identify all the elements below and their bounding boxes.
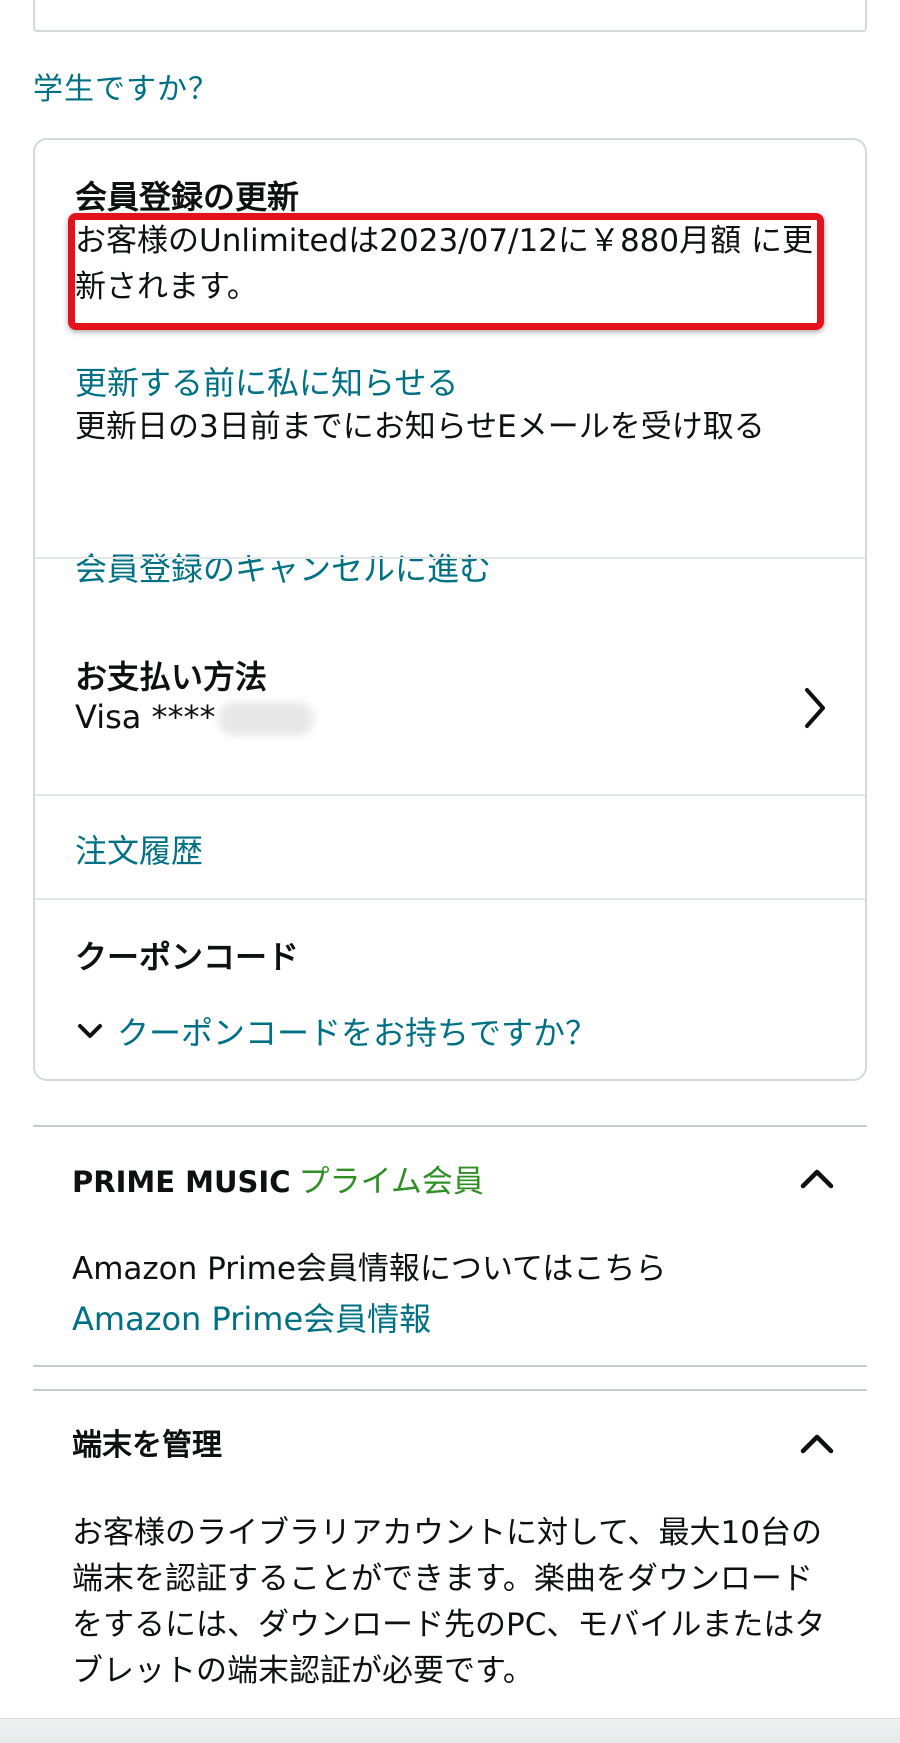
chevron-up-icon[interactable] [798,1430,836,1456]
bottom-bar [0,1718,900,1743]
coupon-toggle[interactable]: クーポンコードをお持ちですか？ [75,1008,597,1054]
coupon-toggle-label: クーポンコードをお持ちですか？ [117,1014,598,1052]
notify-before-renewal-link[interactable]: 更新する前に私に知らせる [75,358,458,404]
section-divider [33,1365,867,1367]
payment-method-title: お支払い方法 [75,658,268,696]
prime-music-header: PRIME MUSIC プライム会員 [72,1156,484,1201]
manage-devices-title: 端末を管理 [72,1428,222,1463]
payment-card-value: Visa **** [75,698,314,736]
manage-devices-text: お客様のライブラリアカウントに対して、最大10台の端末を認証することができます。… [72,1515,826,1689]
notify-description: 更新日の3日前までにお知らせEメールを受け取る [75,409,765,445]
top-box [33,0,867,32]
section-divider [33,1125,867,1127]
prime-member-badge: プライム会員 [298,1164,484,1200]
chevron-up-icon[interactable] [798,1165,836,1191]
divider [35,794,865,796]
order-history-link[interactable]: 注文履歴 [75,826,203,872]
chevron-down-icon [78,1024,102,1038]
prime-music-title: PRIME MUSIC [72,1165,291,1199]
highlight-box [68,213,824,330]
divider [35,898,865,900]
chevron-right-icon[interactable] [795,680,833,736]
divider [35,557,865,559]
card-number-text: Visa **** [75,698,216,736]
coupon-code-title: クーポンコード [75,938,300,976]
section-divider [33,1389,867,1391]
prime-info-text: Amazon Prime会員情報についてはこちら [72,1251,667,1287]
masked-digits [217,702,314,736]
student-link[interactable]: 学生ですか？ [33,64,219,108]
cancel-membership-link[interactable]: 会員登録のキャンセルに進む [75,544,491,590]
renewal-title: 会員登録の更新 [75,178,300,216]
prime-info-link[interactable]: Amazon Prime会員情報 [72,1294,431,1340]
